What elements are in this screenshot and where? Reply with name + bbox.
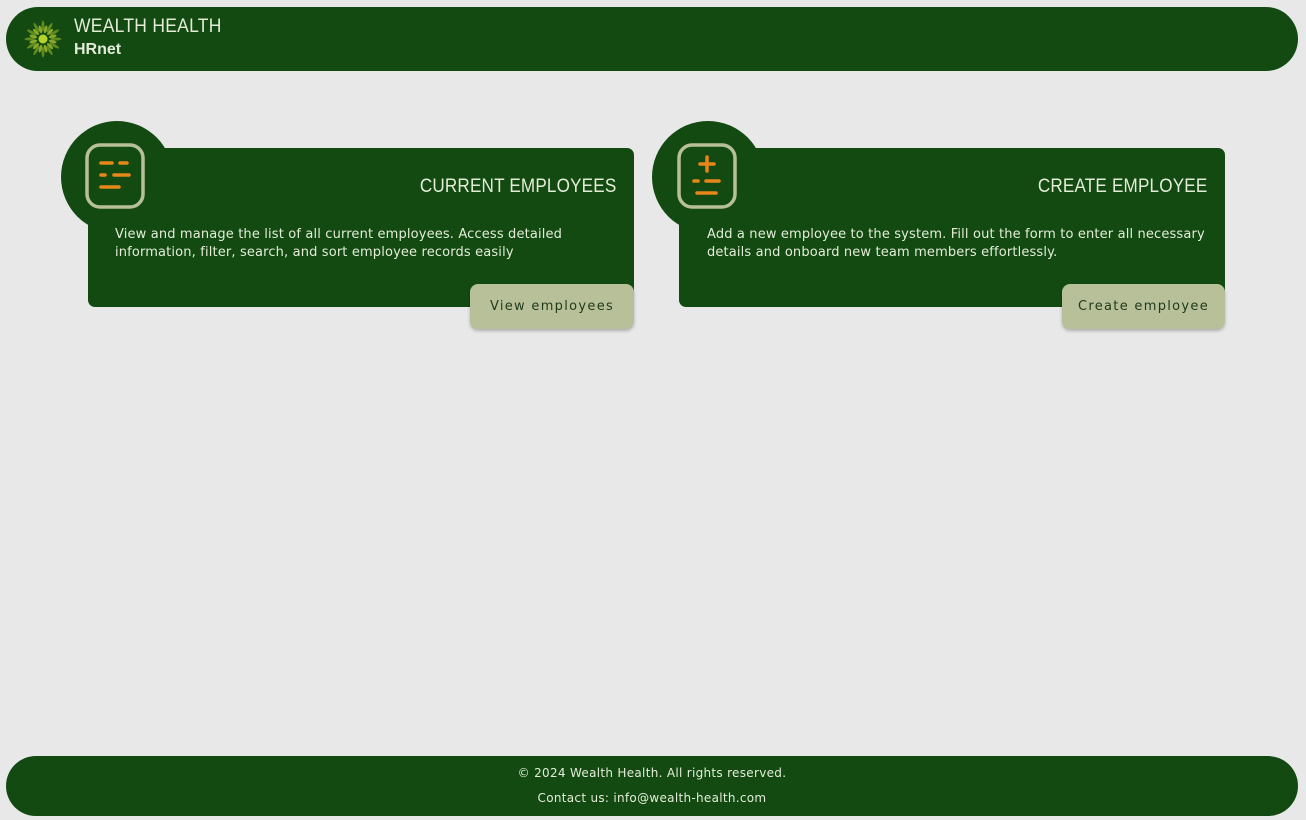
card-description: Add a new employee to the system. Fill o…	[707, 227, 1205, 260]
card-title: CURRENT EMPLOYEES	[419, 176, 616, 197]
sunburst-logo-icon[interactable]	[22, 18, 64, 60]
create-employee-button[interactable]: Create employee	[1062, 284, 1225, 329]
footer-copyright: © 2024 Wealth Health. All rights reserve…	[517, 766, 787, 780]
header: WEALTH HEALTH HRnet	[6, 7, 1298, 71]
card-title: CREATE EMPLOYEE	[1037, 176, 1207, 197]
list-icon	[85, 143, 145, 209]
footer-contact: Contact us: info@wealth-health.com	[537, 791, 767, 805]
footer: © 2024 Wealth Health. All rights reserve…	[6, 756, 1298, 816]
card-description: View and manage the list of all current …	[115, 227, 563, 260]
brand-title: WEALTH HEALTH	[74, 16, 222, 37]
page: WEALTH HEALTH HRnet CURRENT EMPLOYEES Vi…	[0, 0, 1306, 820]
view-employees-button[interactable]: View employees	[470, 284, 634, 329]
brand-subtitle: HRnet	[74, 41, 122, 58]
add-list-icon	[677, 143, 737, 209]
